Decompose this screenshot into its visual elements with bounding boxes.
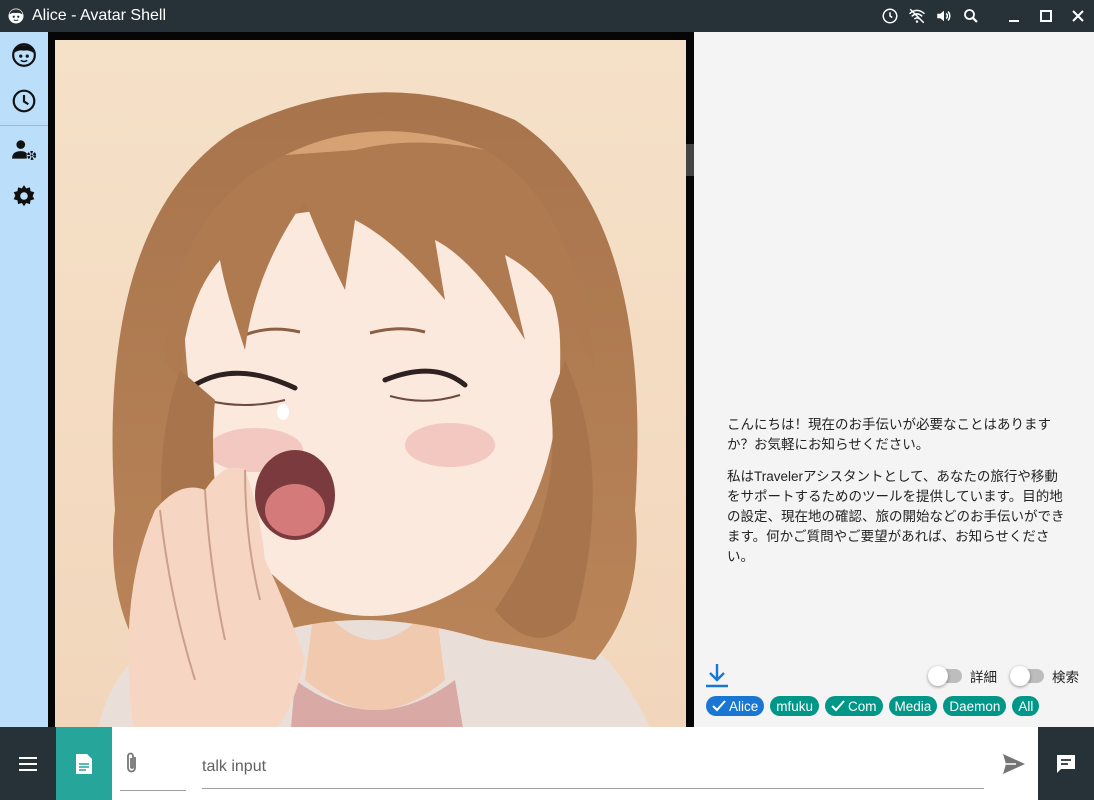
chat-panel: こんにちは！現在のお手伝いが必要なことはありますか？お気軽にお知らせください。 …	[694, 32, 1094, 727]
window-title: Alice - Avatar Shell	[32, 7, 166, 24]
chip-mfuku[interactable]: mfuku	[770, 696, 820, 716]
chip-all[interactable]: All	[1012, 696, 1040, 716]
close-icon	[1072, 10, 1084, 22]
search-toggle[interactable]: 検索	[1010, 666, 1079, 686]
close-button[interactable]	[1062, 0, 1094, 32]
chip-label: Media	[894, 698, 932, 714]
detail-toggle-track[interactable]	[928, 666, 962, 686]
input-bar	[0, 727, 1094, 800]
user-gear-icon	[12, 140, 37, 160]
rail-avatar-button[interactable]	[0, 32, 48, 78]
rail-divider	[0, 125, 48, 126]
talk-input[interactable]	[202, 745, 984, 789]
rail-history-button[interactable]	[0, 78, 48, 124]
search-toggle-thumb	[1010, 666, 1030, 686]
chip-label: Com	[848, 698, 877, 714]
chip-label: All	[1018, 698, 1034, 714]
chip-label: Daemon	[949, 698, 1001, 714]
check-icon	[712, 700, 726, 712]
chip-media[interactable]: Media	[888, 696, 938, 716]
menu-button[interactable]	[0, 727, 56, 800]
minimize-button[interactable]	[998, 0, 1030, 32]
chat-button[interactable]	[1038, 727, 1094, 800]
detail-toggle-label: 詳細	[970, 670, 997, 685]
left-rail	[0, 32, 48, 727]
chip-daemon[interactable]: Daemon	[943, 696, 1007, 716]
send-icon	[1003, 754, 1025, 774]
title-bar: Alice - Avatar Shell	[0, 0, 1094, 32]
minimize-icon	[1009, 20, 1019, 22]
detail-toggle-thumb	[928, 666, 948, 686]
assistant-message: 私はTravelerアシスタントとして、あなたの旅行や移動をサポートするためのツ…	[727, 469, 1065, 564]
message-list: こんにちは！現在のお手伝いが必要なことはありますか？お気軽にお知らせください。 …	[727, 415, 1067, 579]
scroll-to-bottom-button[interactable]	[706, 662, 728, 688]
face-icon	[12, 43, 36, 67]
check-icon	[831, 700, 845, 712]
download-arrow-icon	[706, 664, 728, 688]
gear-icon	[13, 185, 35, 207]
hamburger-icon	[19, 756, 37, 771]
volume-icon[interactable]	[930, 0, 957, 32]
paperclip-icon	[127, 752, 136, 773]
chip-label: mfuku	[776, 698, 814, 714]
avatar-stage	[48, 32, 694, 727]
maximize-icon	[1040, 10, 1052, 22]
detail-toggle[interactable]: 詳細	[928, 666, 997, 686]
rail-settings-button[interactable]	[0, 173, 48, 219]
stage-scrollbar[interactable]	[686, 144, 694, 176]
wifi-off-icon[interactable]	[903, 0, 930, 32]
avatar-illustration	[55, 40, 686, 727]
rail-user-settings-button[interactable]	[0, 127, 48, 173]
send-button[interactable]	[998, 749, 1030, 779]
attach-button[interactable]	[120, 749, 144, 777]
title-tray	[876, 0, 1094, 32]
document-icon	[76, 753, 92, 774]
chip-label: Alice	[729, 698, 759, 714]
maximize-button[interactable]	[1030, 0, 1062, 32]
search-icon[interactable]	[957, 0, 984, 32]
chip-alice[interactable]: Alice	[706, 696, 765, 716]
search-toggle-label: 検索	[1052, 670, 1079, 685]
clock-icon[interactable]	[876, 0, 903, 32]
chip-com[interactable]: Com	[825, 696, 883, 716]
search-toggle-track[interactable]	[1010, 666, 1044, 686]
attach-underline	[120, 790, 186, 791]
document-button[interactable]	[56, 727, 112, 800]
app-face-icon	[0, 0, 32, 32]
chat-bubble-icon	[1057, 754, 1075, 773]
clock-icon	[12, 89, 36, 113]
assistant-message: こんにちは！現在のお手伝いが必要なことはありますか？お気軽にお知らせください。	[727, 417, 1051, 452]
agent-chip-list: Alice mfuku Com Media Daemon All	[706, 696, 1040, 716]
